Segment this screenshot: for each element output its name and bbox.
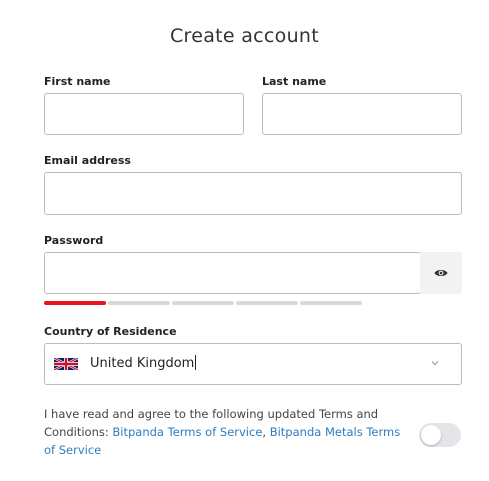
password-label: Password <box>44 234 104 247</box>
terms-text: I have read and agree to the following u… <box>44 407 401 457</box>
country-label: Country of Residence <box>44 325 177 338</box>
strength-segment <box>300 301 362 305</box>
strength-segment <box>172 301 234 305</box>
email-input[interactable] <box>44 172 462 215</box>
country-select-value: United Kingdom <box>90 355 197 371</box>
last-name-label: Last name <box>262 75 327 88</box>
first-name-input[interactable] <box>44 93 244 135</box>
email-label: Email address <box>44 154 131 167</box>
strength-segment <box>44 301 106 305</box>
uk-flag-icon <box>54 358 78 370</box>
page-title: Create account <box>169 25 320 47</box>
first-name-label: First name <box>44 75 111 88</box>
show-password-button[interactable] <box>420 252 462 294</box>
toggle-knob <box>421 425 441 445</box>
last-name-input[interactable] <box>262 93 462 135</box>
password-input[interactable] <box>44 252 421 294</box>
strength-segment <box>108 301 170 305</box>
chevron-down-icon <box>431 361 439 366</box>
terms-accept-toggle[interactable] <box>419 423 461 447</box>
terms-of-service-link[interactable]: Bitpanda Terms of Service <box>112 425 262 439</box>
strength-segment <box>236 301 298 305</box>
eye-icon <box>434 270 448 276</box>
